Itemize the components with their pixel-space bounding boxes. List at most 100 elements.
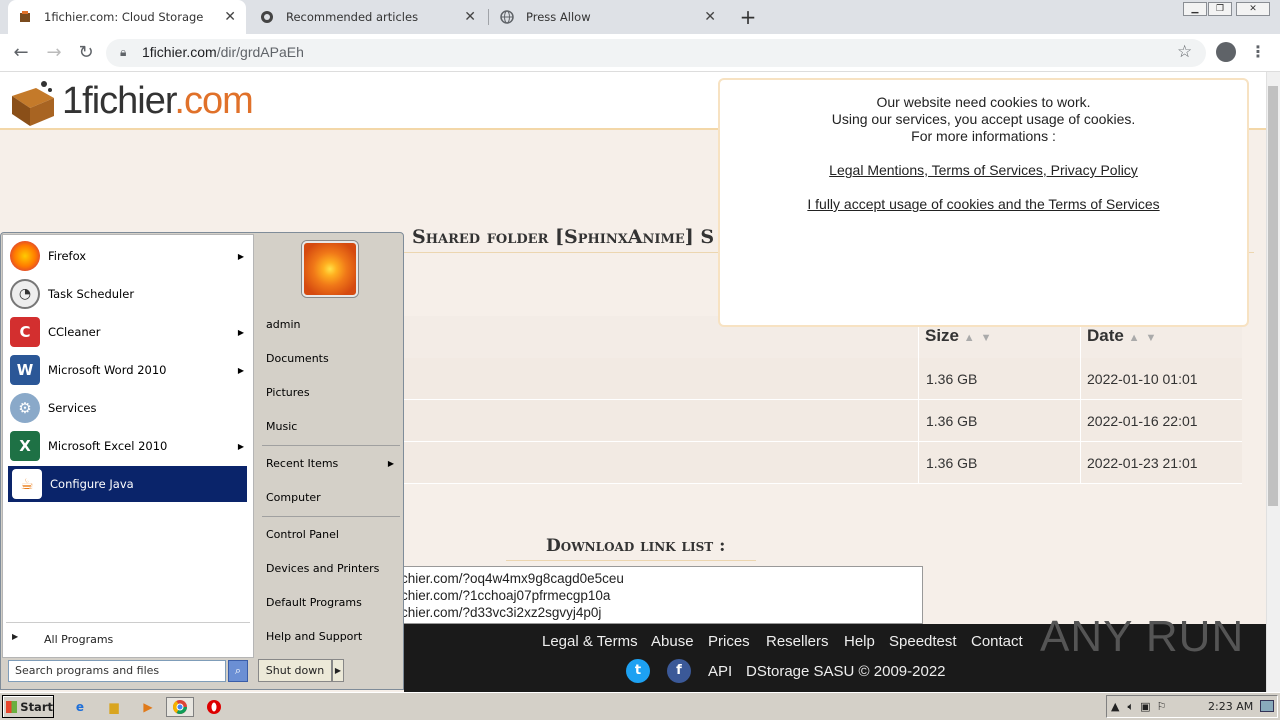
sort-arrows-icon[interactable]: ▲▼ [964,332,998,344]
legal-links[interactable]: Legal Mentions, Terms of Services, Priva… [829,162,1138,179]
restore-icon[interactable]: ❐ [1208,2,1232,16]
submenu-arrow-icon: ▶ [237,251,244,261]
column-divider [1080,316,1081,484]
forward-icon[interactable]: → [42,42,66,64]
cookie-consent-popup: Our website need cookies to work. Using … [718,78,1249,327]
cookie-text: Our website need cookies to work. [876,94,1091,110]
minimize-icon[interactable]: ▁ [1183,2,1207,16]
start-item-excel[interactable]: X Microsoft Excel 2010 ▶ [6,428,252,464]
close-window-icon[interactable]: ✕ [1236,2,1270,16]
file-date: 2022-01-23 21:01 [1087,455,1198,471]
tab-recommended[interactable]: Recommended articles ✕ [250,0,486,34]
all-programs-button[interactable]: All Programs [44,633,113,646]
show-desktop-icon[interactable] [1260,700,1274,712]
new-tab-icon[interactable]: + [736,4,760,30]
media-player-icon[interactable]: ▶ [138,697,158,717]
url-text[interactable]: 1fichier.com/dir/grdAPaEh [142,44,304,60]
search-icon[interactable]: ⌕ [228,660,248,682]
start-item-configure-java[interactable]: ☕ Configure Java [8,466,247,502]
divider [506,560,756,561]
tab-title: Recommended articles [286,10,419,24]
divider [262,445,400,446]
tab-press-allow[interactable]: Press Allow ✕ [490,0,726,34]
start-right-music[interactable]: Music [258,412,400,442]
start-search-input[interactable]: Search programs and files [8,660,226,682]
download-links-textarea[interactable]: chier.com/?oq4w4mx9g8cagd0e5ceu chier.co… [400,566,923,624]
date-header[interactable]: Date ▲▼ [1087,326,1162,346]
footer-link-api[interactable]: API [708,663,732,680]
action-center-flag-icon[interactable]: ⚐ [1156,700,1166,713]
footer-link-abuse[interactable]: Abuse [651,633,694,650]
start-right-documents[interactable]: Documents [258,344,400,374]
bookmark-star-icon[interactable]: ☆ [1177,42,1192,62]
close-tab-icon[interactable]: ✕ [704,9,716,25]
shutdown-options-arrow-icon[interactable]: ▶ [332,659,344,682]
start-item-word[interactable]: W Microsoft Word 2010 ▶ [6,352,252,388]
submenu-arrow-icon: ▶ [237,441,244,451]
tab-title: 1fichier.com: Cloud Storage [44,10,204,24]
submenu-arrow-icon: ▶ [237,365,244,375]
footer-link-contact[interactable]: Contact [971,633,1023,650]
start-right-default-programs[interactable]: Default Programs [258,588,400,618]
menu-dots-icon[interactable]: ⋮ [1250,42,1266,61]
start-right-recent-items[interactable]: Recent Items ▶ [258,449,400,479]
footer-link-resellers[interactable]: Resellers [766,633,829,650]
firefox-icon [10,241,40,271]
accept-cookies-link[interactable]: I fully accept usage of cookies and the … [807,196,1159,213]
start-item-firefox[interactable]: Firefox ▶ [6,238,252,274]
column-divider [918,316,919,484]
twitter-icon[interactable]: t [626,659,650,683]
cookie-text: Using our services, you accept usage of … [831,111,1136,127]
network-icon[interactable]: ▣ [1140,700,1150,713]
start-right-pictures[interactable]: Pictures [258,378,400,408]
start-button[interactable]: Start [2,695,54,718]
facebook-icon[interactable]: f [667,659,691,683]
profile-icon[interactable] [1216,42,1236,62]
volume-icon[interactable]: 🔈︎ [1127,700,1134,714]
sort-arrows-icon[interactable]: ▲▼ [1129,332,1163,344]
reload-icon[interactable]: ↻ [74,42,98,64]
start-item-task-scheduler[interactable]: ◔ Task Scheduler [6,276,252,312]
globe-icon [500,10,514,24]
chrome-icon[interactable] [166,697,194,717]
start-item-services[interactable]: ⚙ Services [6,390,252,426]
scrollbar-thumb[interactable] [1268,86,1278,506]
word-icon: W [10,355,40,385]
file-size: 1.36 GB [926,371,978,387]
footer-link-prices[interactable]: Prices [708,633,750,650]
tray-expand-icon[interactable]: ▲ [1111,700,1119,713]
size-header[interactable]: Size ▲▼ [925,326,998,346]
java-icon: ☕ [12,469,42,499]
divider [262,516,400,517]
user-avatar[interactable] [302,241,358,297]
file-date: 2022-01-10 01:01 [1087,371,1198,387]
divider [6,622,250,623]
footer-link-legal[interactable]: Legal & Terms [542,633,638,650]
start-right-admin[interactable]: admin [258,310,400,340]
back-icon[interactable]: ← [9,42,33,64]
file-date: 2022-01-16 22:01 [1087,413,1198,429]
start-right-devices-printers[interactable]: Devices and Printers [258,554,400,584]
start-item-ccleaner[interactable]: C CCleaner ▶ [6,314,252,350]
lock-icon: 🔒︎ [120,45,127,59]
tab-1fichier[interactable]: 1fichier.com: Cloud Storage ✕ [8,0,246,34]
shutdown-button[interactable]: Shut down [258,659,332,682]
start-right-computer[interactable]: Computer [258,483,400,513]
logo-box-icon [6,78,58,131]
windows-logo-icon [6,700,18,713]
explorer-folder-icon[interactable]: ▆ [104,697,124,717]
start-right-control-panel[interactable]: Control Panel [258,520,400,550]
start-right-help-support[interactable]: Help and Support [258,622,400,652]
footer-link-help[interactable]: Help [844,633,875,650]
close-tab-icon[interactable]: ✕ [464,9,476,25]
taskbar-clock[interactable]: 2:23 AM [1208,700,1253,713]
download-link: chier.com/?1cchoaj07pfrmecgp10a [401,588,611,603]
footer-copyright: DStorage SASU © 2009-2022 [746,663,946,680]
all-programs-arrow-icon: ▶ [12,632,19,641]
ie-icon[interactable]: e [70,697,90,717]
site-logo[interactable]: 1fichier.com [62,80,254,123]
opera-icon[interactable] [204,697,224,717]
footer-link-speedtest[interactable]: Speedtest [889,633,957,650]
close-tab-icon[interactable]: ✕ [224,9,236,25]
page-favicon-icon [260,10,274,24]
